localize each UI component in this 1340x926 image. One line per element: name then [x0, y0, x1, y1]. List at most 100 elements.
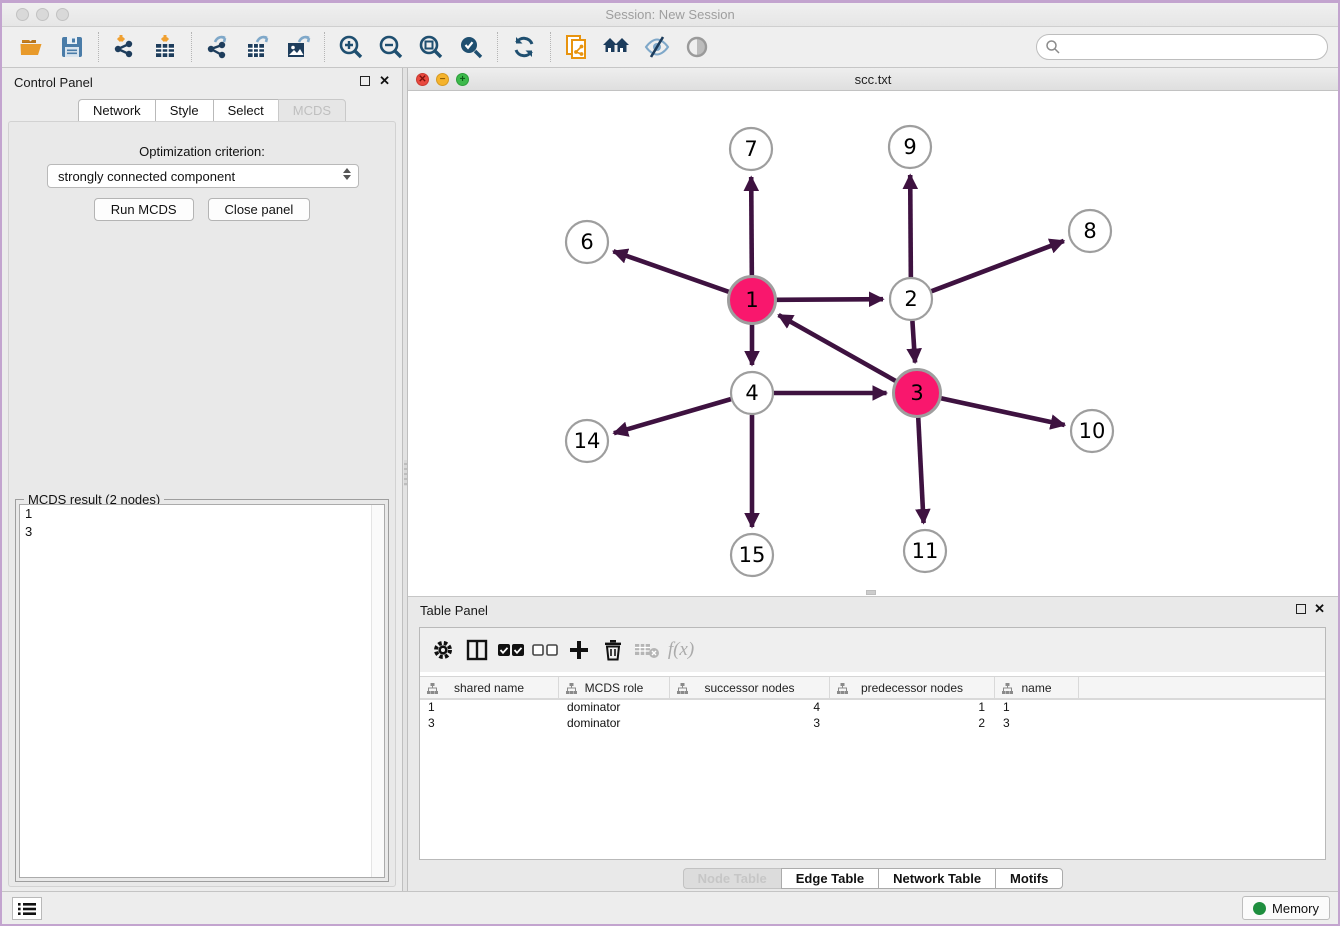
refresh-icon[interactable] — [504, 31, 544, 63]
column-header-shared-name[interactable]: shared name — [420, 677, 559, 698]
graph-node-label: 7 — [744, 137, 757, 161]
column-tree-icon — [1002, 683, 1013, 694]
toolbar-separator — [98, 32, 99, 62]
table-toolbar: f(x) — [420, 628, 1325, 672]
canvas-scrollbar-thumb[interactable] — [866, 590, 876, 595]
graph-edge-1-6[interactable] — [613, 251, 728, 292]
save-session-icon[interactable] — [52, 31, 92, 63]
graph-node-label: 1 — [745, 288, 758, 312]
graph-node-label: 15 — [739, 543, 766, 567]
close-panel-button[interactable]: Close panel — [208, 198, 311, 221]
tab-motifs[interactable]: Motifs — [995, 868, 1063, 889]
result-scrollbar-track[interactable] — [371, 505, 384, 877]
tab-network-table[interactable]: Network Table — [878, 868, 995, 889]
select-all-icon[interactable] — [496, 635, 526, 665]
table-cell[interactable]: 3 — [420, 716, 559, 732]
graph-edge-1-2[interactable] — [776, 299, 883, 300]
open-session-icon[interactable] — [12, 31, 52, 63]
window-titlebar: Session: New Session — [2, 3, 1338, 27]
table-cell[interactable]: dominator — [559, 700, 670, 716]
column-header-successor-nodes[interactable]: successor nodes — [670, 677, 830, 698]
export-network-icon[interactable] — [198, 31, 238, 63]
tab-select[interactable]: Select — [213, 99, 278, 122]
table-cell[interactable]: 3 — [995, 716, 1079, 732]
task-history-button[interactable] — [12, 897, 42, 920]
table-header-row: shared nameMCDS rolesuccessor nodesprede… — [420, 676, 1325, 700]
zoom-in-icon[interactable] — [331, 31, 371, 63]
zoom-out-icon[interactable] — [371, 31, 411, 63]
graph-edge-3-10[interactable] — [941, 398, 1065, 425]
graph-edge-3-11[interactable] — [918, 417, 923, 523]
graph-edge-2-8[interactable] — [932, 241, 1064, 291]
hide-eye-icon[interactable] — [637, 31, 677, 63]
add-column-icon[interactable] — [564, 635, 594, 665]
result-item[interactable]: 1 — [20, 505, 384, 523]
mcds-result-list[interactable]: 13 — [19, 504, 385, 878]
graph-edge-4-14[interactable] — [614, 399, 731, 433]
tab-edge-table[interactable]: Edge Table — [781, 868, 878, 889]
delete-column-icon[interactable] — [598, 635, 628, 665]
tab-network[interactable]: Network — [78, 99, 155, 122]
criterion-dropdown[interactable]: strongly connected component — [47, 164, 359, 188]
graph-node-label: 8 — [1083, 219, 1096, 243]
search-input[interactable] — [1061, 40, 1327, 55]
float-panel-icon[interactable] — [360, 76, 370, 86]
column-header-name[interactable]: name — [995, 677, 1079, 698]
table-cell[interactable]: 1 — [830, 700, 995, 716]
column-header-predecessor-nodes[interactable]: predecessor nodes — [830, 677, 995, 698]
run-mcds-button[interactable]: Run MCDS — [94, 198, 194, 221]
column-tree-icon — [427, 683, 438, 694]
close-panel-icon[interactable]: ✕ — [379, 73, 390, 89]
memory-button-label: Memory — [1272, 901, 1319, 916]
zoom-selected-icon[interactable] — [451, 31, 491, 63]
search-icon — [1045, 39, 1061, 55]
show-column-icon[interactable] — [462, 635, 492, 665]
import-table-icon[interactable] — [145, 31, 185, 63]
clone-network-file-icon[interactable] — [557, 31, 597, 63]
table-panel-header: Table Panel ✕ — [408, 597, 1338, 623]
result-item[interactable]: 3 — [20, 523, 384, 541]
criterion-dropdown-value: strongly connected component — [58, 169, 235, 184]
column-tree-icon — [677, 683, 688, 694]
main-toolbar — [2, 27, 1338, 68]
toolbar-separator — [550, 32, 551, 62]
network-graph[interactable]: 7968124314101511 — [408, 91, 1338, 596]
import-network-icon[interactable] — [105, 31, 145, 63]
splitter-grip[interactable] — [404, 460, 407, 486]
column-tree-icon — [837, 683, 848, 694]
table-cell[interactable]: dominator — [559, 716, 670, 732]
table-cell[interactable]: 1 — [995, 700, 1079, 716]
tab-style[interactable]: Style — [155, 99, 213, 122]
table-row[interactable]: 3dominator323 — [420, 716, 1325, 732]
graph-edge-2-9[interactable] — [910, 175, 911, 277]
zoom-fit-icon[interactable] — [411, 31, 451, 63]
column-header-MCDS-role[interactable]: MCDS role — [559, 677, 670, 698]
graph-node-label: 3 — [910, 381, 923, 405]
list-icon — [18, 902, 36, 916]
tab-mcds[interactable]: MCDS — [278, 99, 346, 122]
table-cell[interactable]: 1 — [420, 700, 559, 716]
show-eye-icon[interactable] — [677, 31, 717, 63]
graph-node-label: 6 — [580, 230, 593, 254]
float-table-panel-icon[interactable] — [1296, 604, 1306, 614]
memory-button[interactable]: Memory — [1242, 896, 1330, 920]
table-panel-tabs: Node TableEdge TableNetwork TableMotifs — [408, 868, 1338, 889]
table-cell[interactable]: 2 — [830, 716, 995, 732]
close-table-panel-icon[interactable]: ✕ — [1314, 601, 1325, 617]
export-image-icon[interactable] — [278, 31, 318, 63]
table-cell[interactable]: 3 — [670, 716, 830, 732]
window-title: Session: New Session — [2, 7, 1338, 22]
table-body: 1dominator4113dominator323 — [420, 700, 1325, 732]
table-row[interactable]: 1dominator411 — [420, 700, 1325, 716]
deselect-all-icon[interactable] — [530, 635, 560, 665]
network-canvas[interactable]: 7968124314101511 — [408, 91, 1338, 596]
export-table-icon[interactable] — [238, 31, 278, 63]
graph-edge-3-1[interactable] — [779, 315, 896, 381]
table-settings-gear-icon[interactable] — [428, 635, 458, 665]
graph-edge-2-3[interactable] — [912, 321, 915, 363]
graph-edge-1-7[interactable] — [751, 177, 752, 276]
table-cell[interactable]: 4 — [670, 700, 830, 716]
search-field[interactable] — [1036, 34, 1328, 60]
home-icon[interactable] — [597, 31, 637, 63]
tab-node-table[interactable]: Node Table — [683, 868, 781, 889]
